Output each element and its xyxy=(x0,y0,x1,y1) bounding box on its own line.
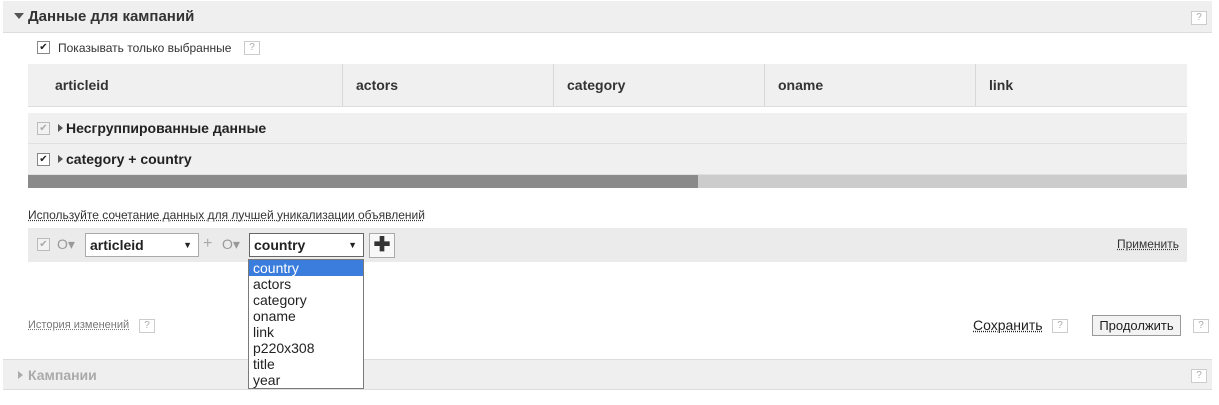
campaigns-section-header[interactable]: Кампании ? xyxy=(3,359,1212,390)
dropdown-option[interactable]: title xyxy=(249,356,363,372)
combination-checkbox: ✔ xyxy=(37,238,50,251)
second-field-select[interactable]: country ▼ xyxy=(249,233,364,257)
help-icon[interactable]: ? xyxy=(1193,319,1209,333)
group-label: Несгруппированные данные xyxy=(66,120,267,136)
apply-link[interactable]: Применить xyxy=(1117,237,1179,251)
dropdown-arrow-icon: ▼ xyxy=(348,240,357,250)
options-circle-icon[interactable]: O▾ xyxy=(222,236,240,253)
check-icon: ✔ xyxy=(39,42,48,53)
first-field-select[interactable]: articleid ▼ xyxy=(85,233,199,257)
dropdown-arrow-icon: ▼ xyxy=(183,240,192,250)
column-header-oname[interactable]: oname xyxy=(765,64,976,106)
scrollbar-thumb[interactable] xyxy=(28,175,698,188)
section-title: Данные для кампаний xyxy=(28,8,195,25)
second-field-value: country xyxy=(254,237,306,253)
help-icon[interactable]: ? xyxy=(1052,319,1068,333)
section-header[interactable]: Данные для кампаний ? xyxy=(3,1,1212,33)
check-icon: ✔ xyxy=(39,239,48,250)
dropdown-option[interactable]: oname xyxy=(249,308,363,324)
collapse-triangle-icon[interactable] xyxy=(14,13,24,19)
group-checkbox[interactable]: ✔ xyxy=(37,153,50,166)
history-link[interactable]: История изменений xyxy=(28,319,129,331)
column-header-link[interactable]: link xyxy=(976,64,1187,106)
plus-separator: + xyxy=(203,235,213,252)
save-link[interactable]: Сохранить xyxy=(973,317,1043,333)
help-icon[interactable]: ? xyxy=(1191,369,1207,383)
column-header-articleid[interactable]: articleid xyxy=(28,64,343,106)
dropdown-option[interactable]: actors xyxy=(249,276,363,292)
expand-triangle-icon[interactable] xyxy=(18,371,23,379)
first-field-value: articleid xyxy=(90,237,144,253)
campaigns-title: Кампании xyxy=(28,367,97,383)
show-selected-label: Показывать только выбранные xyxy=(58,41,232,55)
help-icon[interactable]: ? xyxy=(139,319,155,333)
column-header-category[interactable]: category xyxy=(554,64,765,106)
group-row[interactable]: ✔ Несгруппированные данные xyxy=(28,113,1187,144)
expand-triangle-icon[interactable] xyxy=(58,124,63,132)
dropdown-option[interactable]: year xyxy=(249,372,363,388)
check-icon: ✔ xyxy=(39,154,48,165)
expand-triangle-icon[interactable] xyxy=(58,155,63,163)
second-field-dropdown-list[interactable]: country actors category oname link p220x… xyxy=(248,259,364,389)
plus-icon: ✚ xyxy=(373,234,391,256)
continue-button[interactable]: Продолжить xyxy=(1092,315,1181,336)
group-row[interactable]: ✔ category + country xyxy=(28,144,1187,175)
group-checkbox: ✔ xyxy=(37,122,50,135)
check-icon: ✔ xyxy=(39,123,48,134)
dropdown-option[interactable]: category xyxy=(249,292,363,308)
dropdown-option[interactable]: country xyxy=(249,260,363,276)
show-selected-checkbox[interactable]: ✔ xyxy=(37,41,50,54)
options-circle-icon[interactable]: O▾ xyxy=(57,236,75,253)
help-icon[interactable]: ? xyxy=(244,41,260,55)
combination-hint[interactable]: Используйте сочетание данных для лучшей … xyxy=(28,208,425,222)
group-label: category + country xyxy=(66,151,192,167)
combination-bar xyxy=(28,228,1187,262)
help-icon[interactable]: ? xyxy=(1191,11,1207,25)
dropdown-option[interactable]: link xyxy=(249,324,363,340)
add-combination-button[interactable]: ✚ xyxy=(369,233,395,258)
dropdown-option[interactable]: p220x308 xyxy=(249,340,363,356)
column-header-actors[interactable]: actors xyxy=(343,64,554,106)
horizontal-scrollbar[interactable] xyxy=(28,175,1187,188)
